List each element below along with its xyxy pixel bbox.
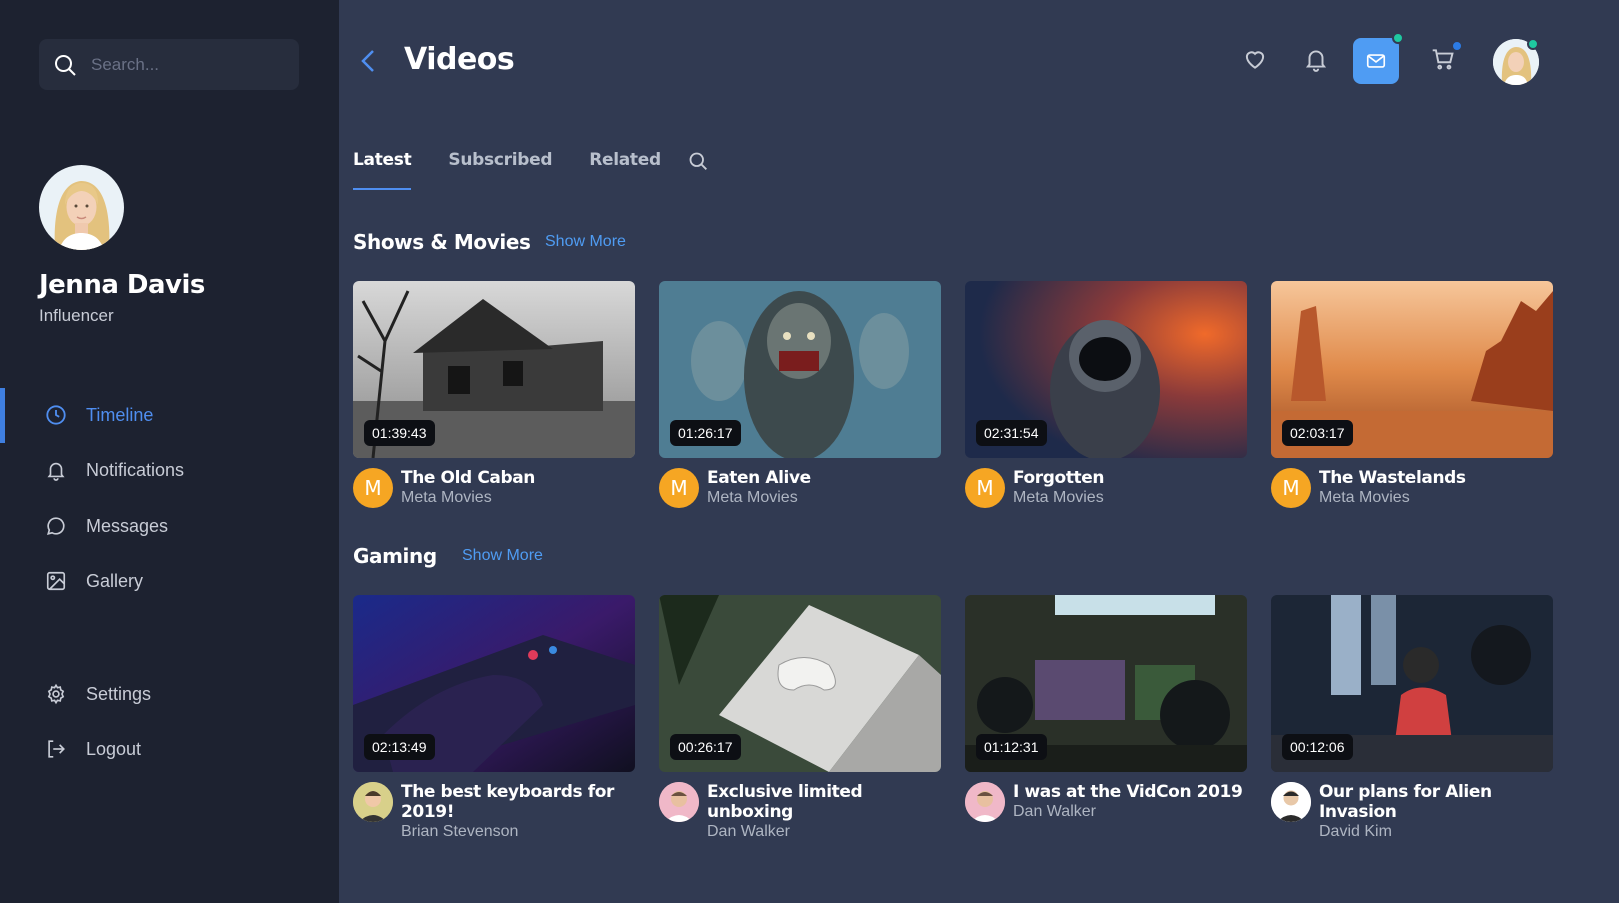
- video-card[interactable]: 02:13:49 The best keyboards for 2019! Br…: [353, 595, 635, 841]
- video-duration: 00:26:17: [670, 734, 741, 760]
- sidebar-item-gallery[interactable]: Gallery: [0, 561, 339, 601]
- video-title[interactable]: Our plans for Alien Invasion: [1319, 782, 1553, 822]
- sidebar-item-label: Timeline: [86, 404, 154, 425]
- video-channel[interactable]: Meta Movies: [707, 488, 811, 507]
- channel-logo-icon[interactable]: M: [1271, 468, 1311, 508]
- search-icon: [55, 54, 76, 76]
- gear-icon: [47, 683, 65, 705]
- mail-badge-dot: [1392, 32, 1404, 44]
- channel-logo-icon[interactable]: M: [659, 468, 699, 508]
- channel-avatar[interactable]: [1271, 782, 1311, 822]
- sidebar-item-label: Settings: [86, 683, 152, 704]
- show-more-link[interactable]: Show More: [462, 547, 543, 565]
- video-card[interactable]: 00:26:17 Exclusive limited unboxing Dan …: [659, 595, 941, 841]
- video-title[interactable]: Forgotten: [1013, 468, 1105, 488]
- sidebar-item-settings[interactable]: Settings: [0, 674, 339, 714]
- chat-bubble-icon: [47, 517, 65, 535]
- heart-icon[interactable]: [1242, 46, 1268, 72]
- section-title-gaming: Gaming: [353, 544, 437, 568]
- video-duration: 02:31:54: [976, 420, 1047, 446]
- video-title[interactable]: Eaten Alive: [707, 468, 811, 488]
- video-channel[interactable]: Meta Movies: [401, 488, 535, 507]
- image-icon: [46, 571, 66, 591]
- video-thumbnail[interactable]: 02:13:49: [353, 595, 635, 772]
- tab-subscribed[interactable]: Subscribed: [448, 150, 552, 170]
- bell-icon: [47, 462, 65, 481]
- search-icon[interactable]: [688, 151, 708, 171]
- mail-icon: [1366, 54, 1386, 68]
- video-title[interactable]: Exclusive limited unboxing: [707, 782, 941, 822]
- sidebar-item-label: Logout: [86, 738, 142, 759]
- sidebar-item-notifications[interactable]: Notifications: [0, 450, 339, 490]
- video-thumbnail[interactable]: 01:12:31: [965, 595, 1247, 772]
- video-thumbnail[interactable]: 01:39:43: [353, 281, 635, 458]
- video-channel[interactable]: David Kim: [1319, 822, 1553, 841]
- clock-icon: [46, 405, 66, 425]
- profile-role: Influencer: [39, 306, 114, 325]
- sidebar-item-label: Gallery: [86, 570, 144, 591]
- tab-latest[interactable]: Latest: [353, 150, 412, 190]
- channel-avatar[interactable]: [353, 782, 393, 822]
- video-channel[interactable]: Dan Walker: [1013, 802, 1242, 821]
- sidebar-item-timeline[interactable]: Timeline: [0, 388, 339, 443]
- video-duration: 02:13:49: [364, 734, 435, 760]
- avatar-status-dot: [1527, 38, 1539, 50]
- video-duration: 01:26:17: [670, 420, 741, 446]
- video-title[interactable]: The Wastelands: [1319, 468, 1466, 488]
- video-card[interactable]: 00:12:06 Our plans for Alien Invasion Da…: [1271, 595, 1553, 841]
- channel-logo-icon[interactable]: M: [965, 468, 1005, 508]
- cart-badge-dot: [1451, 40, 1463, 52]
- bell-icon[interactable]: [1303, 46, 1329, 72]
- sidebar-item-label: Messages: [86, 515, 169, 536]
- channel-avatar[interactable]: [659, 782, 699, 822]
- video-channel[interactable]: Meta Movies: [1319, 488, 1466, 507]
- video-thumbnail[interactable]: 00:12:06: [1271, 595, 1553, 772]
- video-thumbnail[interactable]: 02:03:17: [1271, 281, 1553, 458]
- video-card[interactable]: 02:31:54 M Forgotten Meta Movies: [965, 281, 1247, 508]
- sidebar: Jenna Davis Influencer Timeline Notifica…: [0, 0, 339, 903]
- video-tabs: Latest Subscribed Related: [353, 150, 698, 190]
- sidebar-item-messages[interactable]: Messages: [0, 506, 339, 546]
- video-title[interactable]: The Old Caban: [401, 468, 535, 488]
- video-card[interactable]: 01:39:43 M The Old Caban Meta Movies: [353, 281, 635, 508]
- video-channel[interactable]: Dan Walker: [707, 822, 941, 841]
- video-title[interactable]: The best keyboards for 2019!: [401, 782, 635, 822]
- channel-avatar[interactable]: [965, 782, 1005, 822]
- video-title[interactable]: I was at the VidCon 2019: [1013, 782, 1243, 802]
- profile-name: Jenna Davis: [39, 270, 205, 300]
- sidebar-item-label: Notifications: [86, 459, 185, 480]
- page-title: Videos: [404, 42, 515, 77]
- video-card[interactable]: 01:12:31 I was at the VidCon 2019 Dan Wa…: [965, 595, 1247, 822]
- video-channel[interactable]: Brian Stevenson: [401, 822, 635, 841]
- profile-avatar[interactable]: [39, 165, 124, 250]
- search-input[interactable]: [91, 54, 281, 75]
- back-arrow-icon[interactable]: [357, 47, 379, 75]
- video-thumbnail[interactable]: 01:26:17: [659, 281, 941, 458]
- video-duration: 00:12:06: [1282, 734, 1353, 760]
- search-box[interactable]: [39, 39, 299, 90]
- video-thumbnail[interactable]: 02:31:54: [965, 281, 1247, 458]
- channel-logo-icon[interactable]: M: [353, 468, 393, 508]
- show-more-link[interactable]: Show More: [545, 233, 626, 251]
- tab-related[interactable]: Related: [589, 150, 661, 170]
- sidebar-item-logout[interactable]: Logout: [0, 729, 339, 769]
- video-thumbnail[interactable]: 00:26:17: [659, 595, 941, 772]
- video-card[interactable]: 02:03:17 M The Wastelands Meta Movies: [1271, 281, 1553, 508]
- video-duration: 01:12:31: [976, 734, 1047, 760]
- video-channel[interactable]: Meta Movies: [1013, 488, 1104, 507]
- logout-icon: [48, 740, 65, 758]
- messages-button[interactable]: [1353, 38, 1399, 84]
- video-card[interactable]: 01:26:17 M Eaten Alive Meta Movies: [659, 281, 941, 508]
- video-duration: 01:39:43: [364, 420, 435, 446]
- video-duration: 02:03:17: [1282, 420, 1353, 446]
- section-title-shows-movies: Shows & Movies: [353, 230, 531, 254]
